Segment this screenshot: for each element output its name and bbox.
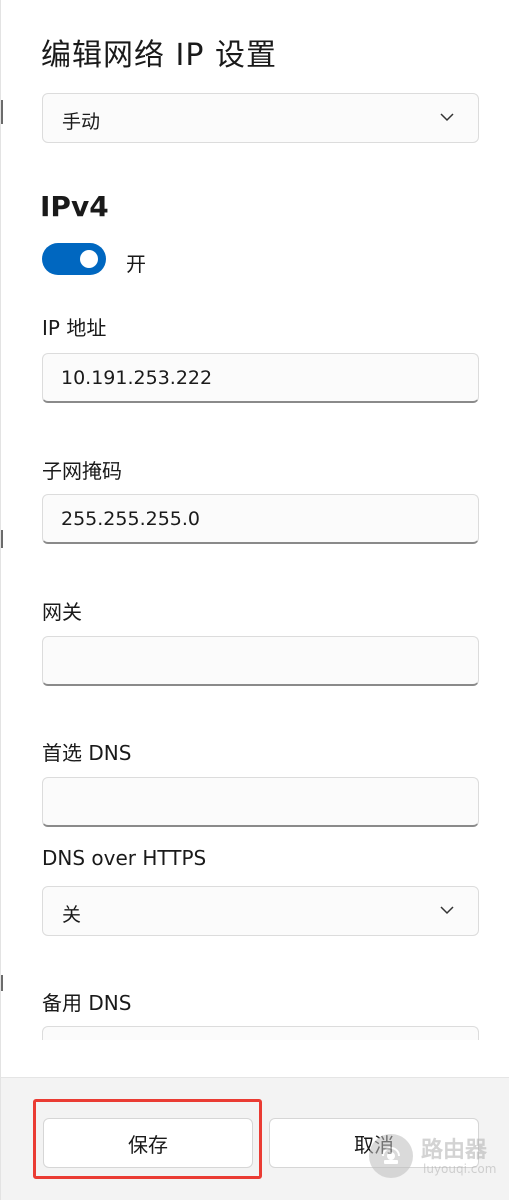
ipv4-toggle[interactable] [42, 243, 106, 275]
save-button[interactable]: 保存 [43, 1118, 253, 1168]
chevron-down-icon [440, 113, 454, 122]
subnet-mask-label: 子网掩码 [42, 459, 122, 483]
gateway-label: 网关 [42, 600, 82, 624]
subnet-mask-input[interactable] [42, 494, 479, 544]
dns-over-https-label: DNS over HTTPS [42, 846, 207, 870]
cancel-button[interactable]: 取消 [269, 1118, 479, 1168]
dns-over-https-value: 关 [62, 904, 82, 926]
preferred-dns-input[interactable] [42, 777, 479, 827]
ip-address-input[interactable] [42, 353, 479, 403]
left-edge-mark [1, 100, 3, 124]
toggle-knob [80, 250, 98, 268]
alternate-dns-label: 备用 DNS [42, 991, 132, 1015]
dialog-footer: 保存 取消 [1, 1077, 509, 1200]
left-edge-mark [1, 975, 3, 991]
dialog-title: 编辑网络 IP 设置 [41, 38, 278, 73]
ipv4-heading: IPv4 [40, 190, 109, 223]
ip-address-label: IP 地址 [42, 316, 107, 340]
gateway-input[interactable] [42, 636, 479, 686]
left-edge-mark [1, 530, 3, 548]
chevron-down-icon [440, 906, 454, 915]
ip-assignment-value: 手动 [62, 111, 101, 133]
ip-assignment-select[interactable]: 手动 [42, 93, 479, 143]
alternate-dns-input[interactable] [42, 1026, 479, 1040]
preferred-dns-label: 首选 DNS [42, 741, 132, 765]
dns-over-https-select[interactable]: 关 [42, 886, 479, 936]
edit-ip-settings-dialog: 编辑网络 IP 设置 手动 IPv4 开 IP 地址 子网掩码 网关 首选 DN… [0, 0, 509, 1200]
ipv4-toggle-label: 开 [126, 252, 146, 276]
